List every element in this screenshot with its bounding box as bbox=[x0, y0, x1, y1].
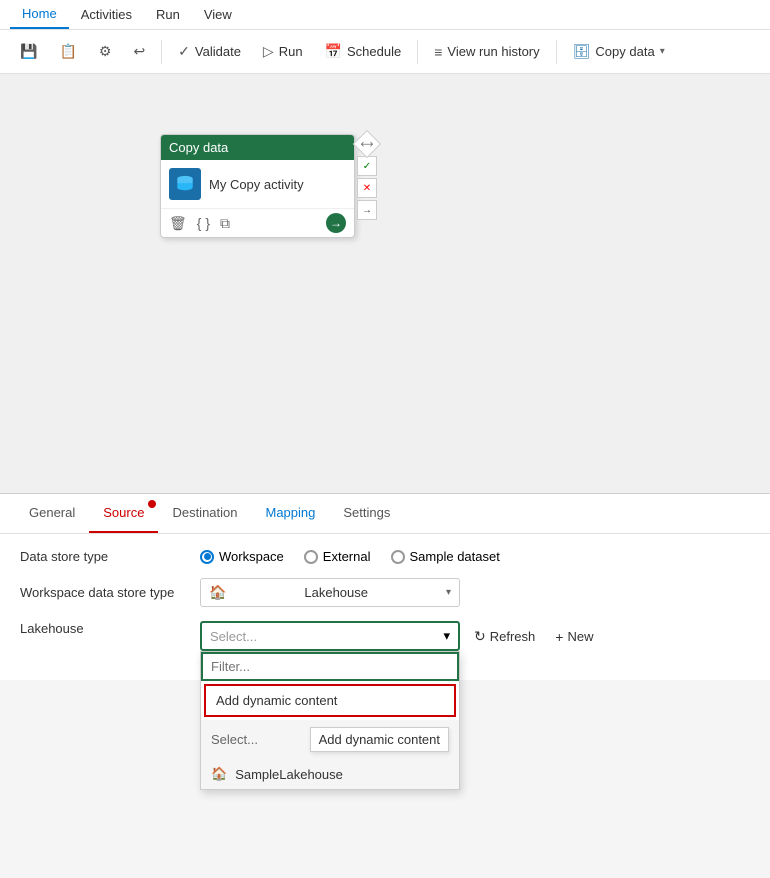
workspace-data-store-type-control: 🏠 Lakehouse ▾ bbox=[200, 578, 750, 607]
validate-button[interactable]: ✓ Validate bbox=[168, 38, 251, 65]
divider-1 bbox=[161, 40, 162, 64]
canvas-area[interactable]: Copy data My Copy activity 🗑 { } ⧉ → ⤢ ✓… bbox=[0, 74, 770, 494]
tab-mapping[interactable]: Mapping bbox=[252, 494, 330, 533]
data-store-type-row: Data store type Workspace External bbox=[20, 549, 750, 564]
activity-icon bbox=[169, 168, 201, 200]
lakehouse-icon: 🏠 bbox=[209, 584, 226, 601]
close-card-button[interactable]: ✕ bbox=[357, 178, 377, 198]
bottom-panel: General Source Destination Mapping Setti… bbox=[0, 494, 770, 680]
menu-item-run[interactable]: Run bbox=[144, 0, 192, 29]
tab-settings[interactable]: Settings bbox=[329, 494, 404, 533]
activity-card-header: Copy data bbox=[161, 135, 354, 160]
chevron-down-icon: ▾ bbox=[446, 587, 451, 598]
plus-icon: + bbox=[555, 629, 563, 645]
copy-data-button[interactable]: 🗄 Copy data ▾ bbox=[563, 38, 675, 65]
code-icon[interactable]: { } bbox=[197, 215, 210, 231]
add-dynamic-content-option[interactable]: Add dynamic content bbox=[204, 684, 456, 717]
rotate-button[interactable]: ⤢ bbox=[353, 130, 381, 158]
source-badge bbox=[148, 500, 156, 508]
lakehouse-dropdown-list: Add dynamic content Select... Add dynami… bbox=[200, 651, 460, 790]
new-button[interactable]: + New bbox=[551, 627, 597, 647]
refresh-icon: ↻ bbox=[474, 628, 486, 645]
workspace-data-store-dropdown[interactable]: 🏠 Lakehouse ▾ bbox=[200, 578, 460, 607]
delete-icon[interactable]: 🗑 bbox=[169, 215, 187, 232]
workspace-data-store-value: Lakehouse bbox=[304, 585, 368, 600]
radio-sample-dataset[interactable]: Sample dataset bbox=[391, 549, 500, 564]
save-icon: 💾 bbox=[20, 43, 37, 60]
lakehouse-control: Select... ▾ Add dynamic content Select..… bbox=[200, 621, 750, 651]
settings-button[interactable]: ⚙ bbox=[89, 38, 122, 65]
menu-item-home[interactable]: Home bbox=[10, 0, 69, 29]
tooltip: Add dynamic content bbox=[310, 727, 449, 752]
tab-source[interactable]: Source bbox=[89, 494, 158, 533]
divider-3 bbox=[556, 40, 557, 64]
select-dropdown-item[interactable]: Select... Add dynamic content bbox=[201, 720, 459, 759]
history-icon: ≡ bbox=[434, 44, 442, 60]
play-icon: ▷ bbox=[263, 43, 274, 60]
data-store-type-control: Workspace External Sample dataset bbox=[200, 549, 750, 564]
action-buttons: ↻ Refresh + New bbox=[470, 621, 597, 647]
settings-icon: ⚙ bbox=[99, 43, 112, 60]
radio-external[interactable]: External bbox=[304, 549, 371, 564]
divider-2 bbox=[417, 40, 418, 64]
undo-button[interactable]: ↩ bbox=[123, 38, 155, 65]
card-side-actions: ⤢ ✓ ✕ → bbox=[357, 134, 377, 220]
activity-name: My Copy activity bbox=[209, 177, 304, 192]
checkmark-icon: ✓ bbox=[178, 43, 190, 60]
menu-item-view[interactable]: View bbox=[192, 0, 244, 29]
activity-title: Copy data bbox=[169, 140, 228, 155]
sample-lakehouse-icon: 🏠 bbox=[211, 766, 227, 782]
sample-lakehouse-label: SampleLakehouse bbox=[235, 767, 343, 782]
tab-bar: General Source Destination Mapping Setti… bbox=[0, 494, 770, 534]
calendar-icon: 📅 bbox=[325, 43, 342, 60]
tab-general[interactable]: General bbox=[15, 494, 89, 533]
lakehouse-label: Lakehouse bbox=[20, 621, 200, 636]
lakehouse-row-content: Select... ▾ Add dynamic content Select..… bbox=[200, 621, 750, 651]
radio-workspace-circle bbox=[200, 550, 214, 564]
check-button[interactable]: ✓ bbox=[357, 156, 377, 176]
lakehouse-row: Lakehouse Select... ▾ Add dynamic bbox=[20, 621, 750, 651]
arrow-button[interactable]: → bbox=[357, 200, 377, 220]
chevron-down-icon: ▾ bbox=[660, 46, 665, 57]
radio-sample-circle bbox=[391, 550, 405, 564]
activity-card[interactable]: Copy data My Copy activity 🗑 { } ⧉ → bbox=[160, 134, 355, 238]
workspace-data-store-type-row: Workspace data store type 🏠 Lakehouse ▾ bbox=[20, 578, 750, 607]
lakehouse-dropdown-popup: Select... ▾ Add dynamic content Select..… bbox=[200, 621, 460, 651]
data-store-type-label: Data store type bbox=[20, 549, 200, 564]
toolbar: 💾 📋 ⚙ ↩ ✓ Validate ▷ Run 📅 Schedule ≡ Vi… bbox=[0, 30, 770, 74]
lakehouse-select-value: Select... bbox=[210, 629, 257, 644]
copy-icon: 📋 bbox=[59, 43, 76, 60]
copy-data-icon: 🗄 bbox=[573, 43, 591, 60]
workspace-data-store-type-label: Workspace data store type bbox=[20, 585, 200, 600]
next-icon[interactable]: → bbox=[326, 213, 346, 233]
filter-input[interactable] bbox=[201, 652, 459, 681]
select-placeholder-text: Select... bbox=[211, 732, 258, 747]
menu-item-activities[interactable]: Activities bbox=[69, 0, 144, 29]
undo-icon: ↩ bbox=[133, 43, 145, 60]
lakehouse-select-box[interactable]: Select... ▾ bbox=[200, 621, 460, 651]
chevron-lakehouse-icon: ▾ bbox=[443, 628, 450, 644]
activity-card-body: My Copy activity bbox=[161, 160, 354, 208]
copy-button[interactable]: 📋 bbox=[49, 38, 86, 65]
radio-external-circle bbox=[304, 550, 318, 564]
run-button[interactable]: ▷ Run bbox=[253, 38, 313, 65]
form-content: Data store type Workspace External bbox=[0, 534, 770, 680]
view-run-history-button[interactable]: ≡ View run history bbox=[424, 39, 549, 65]
radio-workspace[interactable]: Workspace bbox=[200, 549, 284, 564]
save-button[interactable]: 💾 bbox=[10, 38, 47, 65]
activity-card-footer: 🗑 { } ⧉ → bbox=[161, 208, 354, 237]
schedule-button[interactable]: 📅 Schedule bbox=[315, 38, 412, 65]
menu-bar: Home Activities Run View bbox=[0, 0, 770, 30]
tab-destination[interactable]: Destination bbox=[158, 494, 251, 533]
duplicate-icon[interactable]: ⧉ bbox=[220, 215, 230, 232]
radio-group: Workspace External Sample dataset bbox=[200, 549, 750, 564]
refresh-button[interactable]: ↻ Refresh bbox=[470, 626, 539, 647]
sample-lakehouse-item[interactable]: 🏠 SampleLakehouse bbox=[201, 759, 459, 789]
